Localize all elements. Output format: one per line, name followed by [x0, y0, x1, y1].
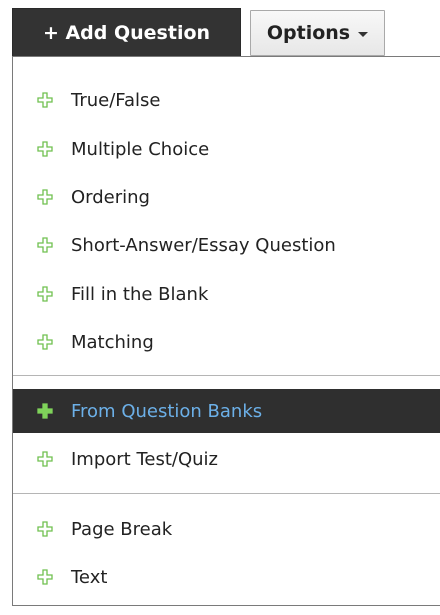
plus-icon	[37, 521, 53, 537]
options-label: Options	[266, 22, 351, 44]
add-question-label: + Add Question	[42, 21, 211, 44]
add-question-menu: True/False Multiple Choice Ordering Shor…	[12, 56, 440, 606]
plus-icon	[37, 451, 53, 467]
plus-icon	[37, 334, 53, 350]
plus-icon	[37, 569, 53, 585]
menu-item-label: From Question Banks	[71, 400, 263, 422]
menu-item-true-false[interactable]: True/False	[13, 78, 440, 122]
plus-icon	[37, 403, 53, 419]
options-dropdown-button[interactable]: Options	[250, 10, 385, 56]
menu-item-label: Import Test/Quiz	[71, 448, 218, 470]
menu-item-label: True/False	[71, 89, 161, 111]
plus-icon	[37, 92, 53, 108]
menu-item-import-test-quiz[interactable]: Import Test/Quiz	[13, 437, 440, 481]
menu-item-page-break[interactable]: Page Break	[13, 507, 440, 551]
menu-item-label: Multiple Choice	[71, 138, 210, 160]
menu-item-text[interactable]: Text	[13, 555, 440, 599]
menu-item-multiple-choice[interactable]: Multiple Choice	[13, 127, 440, 171]
menu-item-short-answer-essay[interactable]: Short-Answer/Essay Question	[13, 223, 440, 267]
menu-item-ordering[interactable]: Ordering	[13, 175, 440, 219]
menu-item-label: Text	[71, 566, 108, 588]
menu-item-label: Fill in the Blank	[71, 283, 209, 305]
plus-icon	[37, 237, 53, 253]
add-question-button[interactable]: + Add Question	[12, 8, 241, 56]
menu-divider	[13, 493, 440, 494]
menu-item-label: Matching	[71, 331, 154, 353]
menu-item-label: Page Break	[71, 518, 173, 540]
menu-item-matching[interactable]: Matching	[13, 320, 440, 364]
plus-icon	[37, 286, 53, 302]
plus-icon	[37, 189, 53, 205]
plus-icon	[37, 141, 53, 157]
menu-item-fill-in-the-blank[interactable]: Fill in the Blank	[13, 272, 440, 316]
caret-down-icon	[358, 31, 369, 37]
menu-item-label: Ordering	[71, 186, 150, 208]
menu-divider	[13, 375, 440, 376]
menu-item-from-question-banks[interactable]: From Question Banks	[13, 389, 440, 433]
menu-item-label: Short-Answer/Essay Question	[71, 234, 336, 256]
add-question-widget: + Add Question Options True/False Multip…	[0, 0, 440, 615]
